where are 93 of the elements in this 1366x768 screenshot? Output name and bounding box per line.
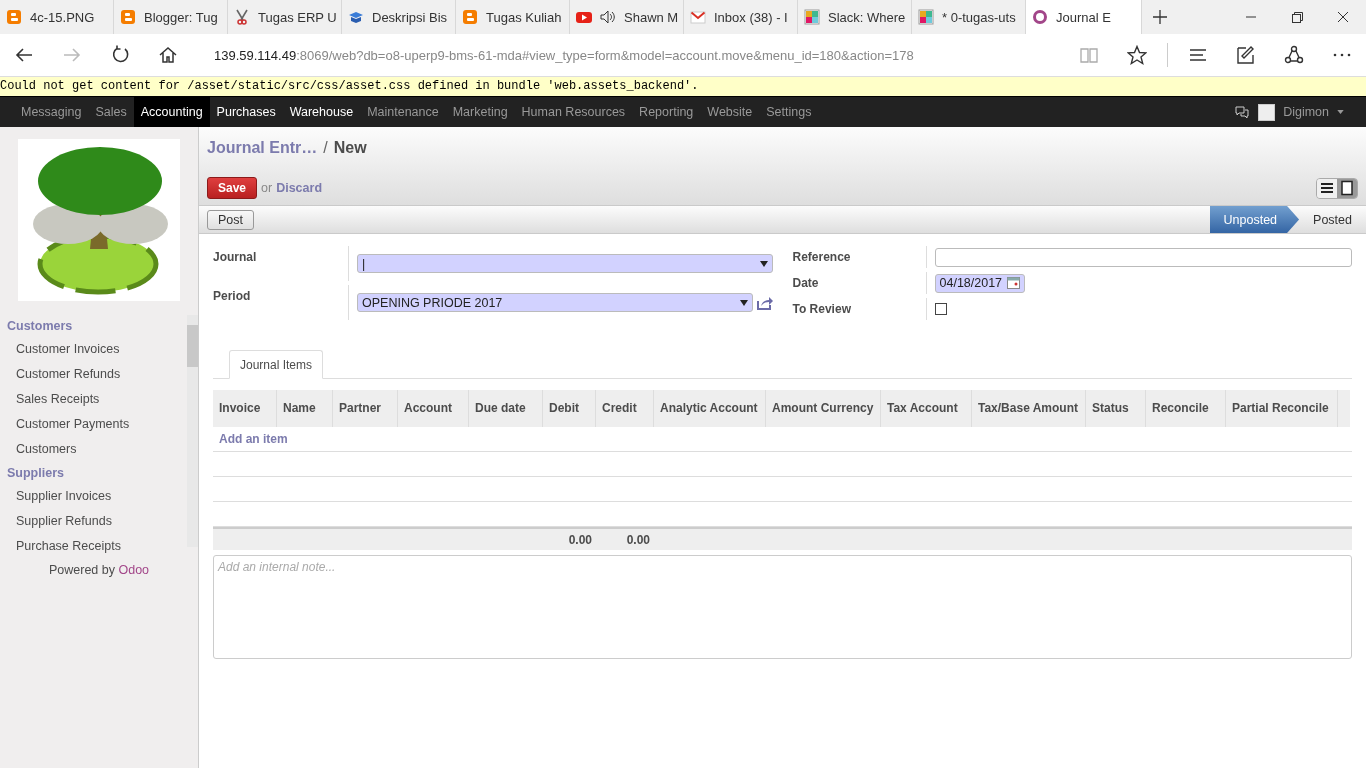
column-header[interactable]: Partial Reconcile [1226,390,1338,427]
or-text: or [261,181,273,195]
select-field[interactable]: OPENING PRIODE 2017 [357,293,753,312]
field-label: Reference [792,246,927,268]
page-icon [1339,180,1355,196]
text-field[interactable] [934,247,1352,267]
nav-menu-item[interactable]: Reporting [632,97,701,127]
column-header[interactable]: Invoice [213,390,277,427]
column-header[interactable]: Credit [596,390,654,427]
square-logo-icon [120,9,136,25]
column-header[interactable]: Status [1086,390,1146,427]
nav-menu-item[interactable]: Website [700,97,760,127]
scrollbar[interactable] [187,315,198,547]
hash-logo-icon [804,9,820,25]
sidebar-item[interactable]: Purchase Receipts [0,534,187,559]
status-stage[interactable]: Posted [1299,206,1366,233]
close-icon[interactable] [1335,9,1351,25]
field-label: To Review [792,298,927,320]
square-logo-icon [462,9,478,25]
pen-note-icon[interactable] [1236,45,1256,65]
external-link-icon[interactable] [756,295,773,310]
new-tab-icon[interactable] [1152,9,1168,25]
breadcrumb-current: New [333,139,367,157]
play-icon [576,9,592,25]
caret-icon[interactable] [739,299,748,306]
field-label: Date [792,272,927,294]
column-header[interactable]: Partner [333,390,398,427]
scissors-icon [234,9,250,25]
list-view-button[interactable] [1317,178,1337,198]
caret-icon[interactable] [759,260,768,267]
total-value: 0.00 [626,532,650,547]
nav-menu-item[interactable]: Sales [88,97,134,127]
field-label: Period [213,285,349,320]
status-stage[interactable]: Unposted [1209,206,1300,233]
nav-menu-item[interactable]: Human Resources [514,97,633,127]
sidebar-item[interactable]: Supplier Refunds [0,509,187,534]
column-header[interactable]: Debit [543,390,596,427]
square-logo-icon [6,9,22,25]
column-header[interactable]: Reconcile [1146,390,1226,427]
total-value: 0.00 [568,532,592,547]
form-view-button[interactable] [1337,178,1357,198]
internal-note-field[interactable]: Add an internal note... [213,555,1352,659]
share-icon[interactable] [1284,45,1304,65]
breadcrumb-separator: / [323,139,328,157]
menu-section-heading: Customers [6,318,74,335]
sidebar-item[interactable]: Customer Payments [0,412,187,437]
warning-message: Could not get content for /asset/static/src/css/asset.css defined in bundle 'web.assets_backend'. [0,77,1366,96]
sidebar-item[interactable]: Sales Receipts [0,387,187,412]
list-lines-icon [1319,180,1335,196]
address-bar[interactable]: 139.59.114.49:8069/web?db=o8-uperp9-bms-61-mda#view_type=form&model=account.move&menu_id=180&action=178 [214,47,914,63]
sidebar-item[interactable]: Customers [0,437,187,462]
menu-section-heading: Suppliers [6,465,65,482]
sidebar-item[interactable]: Customer Invoices [0,337,187,362]
add-item-link[interactable]: Add an item [213,432,288,446]
nav-menu-item[interactable]: Warehouse [282,97,361,127]
browser-tab[interactable]: Journal E [1026,0,1142,34]
home-icon[interactable] [158,45,178,65]
star-icon[interactable] [1127,45,1147,65]
envelope-icon [690,9,706,25]
nav-menu-item[interactable]: Messaging [14,97,89,127]
column-header[interactable]: Account [398,390,469,427]
nav-menu-item[interactable]: Marketing [445,97,515,127]
column-header[interactable]: Tax/Base Amount [972,390,1086,427]
save-button[interactable]: Save [207,177,258,199]
nav-menu-item[interactable]: Accounting [133,97,210,127]
column-header[interactable]: Analytic Account [654,390,766,427]
refresh-icon[interactable] [110,45,130,65]
notebook-tab[interactable]: Journal Items [229,350,324,379]
avatar [1258,103,1276,121]
ring-icon [1032,9,1048,25]
powered-by-text: Powered by Odoo [47,563,151,577]
breadcrumb-link[interactable]: Journal Entr… [207,139,318,157]
column-header[interactable]: Due date [469,390,543,427]
column-header[interactable]: Name [277,390,333,427]
user-menu[interactable]: Digimon [1283,105,1329,119]
nav-menu-item[interactable]: Purchases [209,97,283,127]
sidebar-item[interactable]: Supplier Invoices [0,484,187,509]
checkbox[interactable] [934,303,947,315]
post-button[interactable]: Post [207,209,254,230]
column-header[interactable]: Tax Account [881,390,972,427]
nav-menu-item[interactable]: Maintenance [360,97,446,127]
nav-menu-item[interactable]: Settings [759,97,819,127]
restore-icon[interactable] [1289,9,1305,25]
chat-icon[interactable] [1234,104,1251,120]
date-field[interactable]: 04/18/2017 [934,273,1025,293]
select-field[interactable]: | [357,254,773,273]
hash-logo-icon [918,9,934,25]
speaker-icon [600,10,616,24]
caret-icon[interactable] [1337,110,1344,114]
column-header[interactable]: Amount Currency [766,390,881,427]
calendar-icon[interactable] [1006,277,1020,289]
field-label: Journal [213,246,349,281]
sidebar-item[interactable]: Customer Refunds [0,362,187,387]
